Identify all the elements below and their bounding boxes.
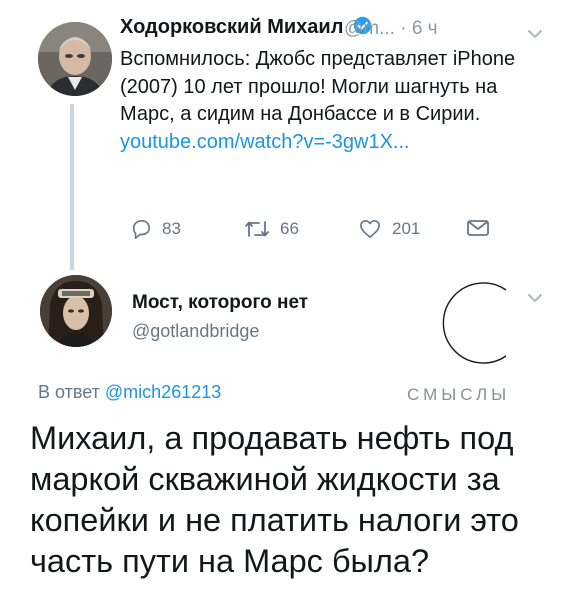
handle[interactable]: @m... <box>344 18 395 39</box>
avatar-khodorkovsky[interactable] <box>38 22 112 96</box>
chevron-down-icon[interactable] <box>527 26 543 44</box>
retweet-icon <box>245 221 269 237</box>
message-icon <box>467 220 489 236</box>
author-name-text[interactable]: Ходорковский Михаил <box>120 16 343 38</box>
tweet-meta: @m... · 6 ч <box>344 18 438 40</box>
like-count: 201 <box>392 219 421 238</box>
tweet-link[interactable]: youtube.com/watch?v=-3gw1X... <box>120 131 410 153</box>
reply-context: В ответ @mich261213 <box>38 382 221 403</box>
tweet-actions: 83 66 201 <box>130 219 550 249</box>
reply-count: 83 <box>162 219 181 238</box>
retweet-count: 66 <box>280 219 299 238</box>
author-name[interactable]: Ходорковский Михаил <box>120 16 372 41</box>
avatar-gotlandbridge[interactable] <box>40 275 112 347</box>
timestamp[interactable]: · 6 ч <box>400 18 437 39</box>
retweet-action[interactable]: 66 <box>244 219 299 239</box>
reply-handle[interactable]: @gotlandbridge <box>132 321 259 342</box>
thread-line <box>70 104 74 270</box>
tweet-body: Вспомнилось: Джобс представляет iPhone (… <box>120 48 516 125</box>
reply-author-name[interactable]: Мост, которого нет <box>132 292 308 314</box>
watermark-text: СМЫСЛЫ <box>407 385 511 404</box>
like-icon <box>360 220 380 238</box>
reply-icon <box>132 220 150 239</box>
tweet-text: Вспомнилось: Джобс представляет iPhone (… <box>120 46 540 156</box>
reply-prefix: В ответ <box>38 382 100 402</box>
reply-to-link[interactable]: @mich261213 <box>105 382 221 402</box>
reply-action[interactable]: 83 <box>130 219 181 239</box>
message-action[interactable] <box>466 219 500 237</box>
watermark-logo <box>426 268 536 378</box>
like-action[interactable]: 201 <box>358 219 420 239</box>
reply-text: Михаил, а продавать нефть под маркой скв… <box>30 420 519 579</box>
